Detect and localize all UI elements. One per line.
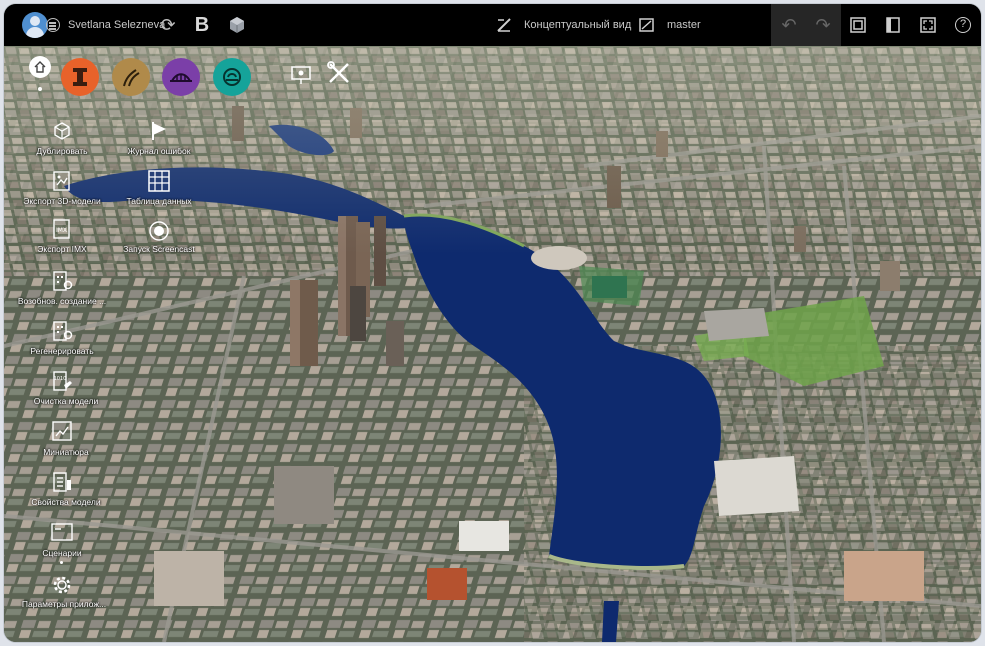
layers-icon[interactable] [846, 13, 870, 37]
ibeam-icon [73, 68, 87, 86]
scenarios-label: Сценарии [42, 548, 82, 558]
undo-icon[interactable]: ↶ [777, 13, 801, 37]
regenerate-icon [53, 321, 73, 341]
help-icon[interactable]: ? [951, 13, 975, 37]
conceptual-view-icon[interactable] [492, 13, 516, 37]
svg-text:1010: 1010 [54, 376, 67, 382]
bim-b-icon[interactable]: B [190, 13, 214, 37]
thumbnail-icon [52, 421, 72, 441]
duplicate-cube-icon [54, 122, 70, 140]
clean-model-label: Очистка модели [33, 396, 99, 406]
tools-icon[interactable] [324, 60, 354, 86]
regenerate-label: Регенерировать [30, 346, 94, 356]
app-settings-gear-icon [53, 576, 71, 594]
cube-icon[interactable] [225, 13, 249, 37]
resume-build-label: Возобнов. создание ... [17, 296, 107, 306]
export-imx-icon: IMX [53, 219, 70, 239]
branch-icon[interactable] [635, 13, 659, 37]
resume-build-button[interactable] [47, 268, 77, 294]
resume-build-icon [53, 271, 73, 291]
error-log-label: Журнал ошибок [127, 146, 191, 156]
panel-toggle-icon[interactable] [881, 13, 905, 37]
clean-model-button[interactable]: 1010 [47, 368, 77, 394]
user-name[interactable]: Svetlana Selezneva [68, 4, 165, 46]
thumbnail-label: Миниатюра [43, 447, 89, 457]
home-icon [34, 61, 46, 73]
export-3d-icon [53, 171, 70, 191]
sync-icon[interactable]: ⟳ [156, 13, 180, 37]
model-properties-icon [53, 472, 71, 492]
screencast-icon [149, 221, 169, 241]
thumbnail-button[interactable] [47, 418, 77, 444]
flag-icon [152, 122, 166, 140]
app-settings-button[interactable] [47, 572, 77, 598]
duplicate-button[interactable] [47, 118, 77, 144]
regenerate-button[interactable] [47, 318, 77, 344]
data-table-icon [148, 170, 170, 192]
app-window: Svetlana Selezneva ⟳ B Концептуальный ви… [4, 4, 981, 642]
error-log-button[interactable] [144, 118, 174, 144]
tool-orange-button[interactable] [61, 58, 99, 96]
scenarios-icon [51, 523, 73, 541]
tool-teal-button[interactable] [213, 58, 251, 96]
svg-text:IMX: IMX [56, 227, 67, 234]
top-toolbar: Svetlana Selezneva ⟳ B Концептуальный ви… [4, 4, 981, 46]
menu-icon[interactable] [46, 18, 60, 32]
branch-label[interactable]: master [667, 4, 701, 46]
tool-tan-button[interactable] [112, 58, 150, 96]
data-table-label: Таблица данных [126, 196, 192, 206]
app-settings-label: Параметры прилож... [21, 599, 107, 609]
export-3d-label: Экспорт 3D-модели [23, 196, 101, 206]
road-icon [123, 69, 140, 87]
fullscreen-icon[interactable] [916, 13, 940, 37]
clean-model-icon: 1010 [53, 371, 72, 391]
scenarios-dot [60, 561, 63, 564]
scenarios-button[interactable] [47, 520, 77, 546]
user-avatar[interactable] [22, 12, 48, 38]
screencast-button[interactable] [144, 218, 174, 244]
home-button[interactable] [29, 56, 51, 78]
3d-city-viewport[interactable]: Дублировать Журнал ошибок Экспорт 3D-мод… [4, 46, 981, 642]
bridge-icon [170, 73, 192, 82]
redo-icon[interactable]: ↷ [811, 13, 835, 37]
tunnel-icon [223, 68, 241, 86]
view-mode-label[interactable]: Концептуальный вид [524, 4, 631, 46]
screencast-label: Запуск Screencast [123, 244, 195, 254]
export-imx-label: Экспорт IMX [37, 244, 87, 254]
model-properties-label: Свойства модели [31, 497, 101, 507]
export-imx-button[interactable]: IMX [47, 216, 77, 242]
data-table-button[interactable] [144, 168, 174, 194]
tool-purple-button[interactable] [162, 58, 200, 96]
model-properties-button[interactable] [47, 469, 77, 495]
present-icon[interactable] [286, 62, 316, 88]
home-dot [38, 87, 42, 91]
export-3d-button[interactable] [47, 168, 77, 194]
duplicate-label: Дублировать [36, 146, 88, 156]
